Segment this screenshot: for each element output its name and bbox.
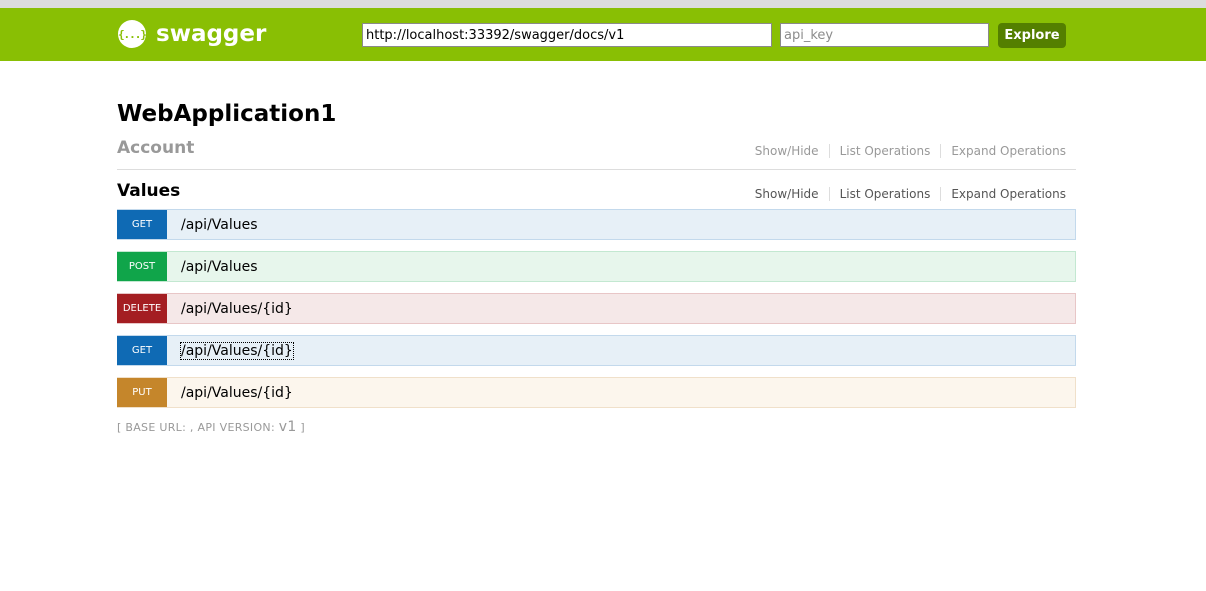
method-badge-post[interactable]: POST xyxy=(117,252,167,281)
api-info-footer: [ BASE URL: , API VERSION: v1 ] xyxy=(117,419,1076,435)
logo[interactable]: {...} swagger xyxy=(118,20,266,48)
show-hide-link[interactable]: Show/Hide xyxy=(745,144,829,158)
resource-account: Account Show/Hide List Operations Expand… xyxy=(117,132,1076,170)
method-badge-delete[interactable]: DELETE xyxy=(117,294,167,323)
method-badge-put[interactable]: PUT xyxy=(117,378,167,407)
expand-operations-link[interactable]: Expand Operations xyxy=(940,144,1076,158)
resource-links-values: Show/Hide List Operations Expand Operati… xyxy=(745,187,1076,201)
api-version-value: v1 xyxy=(278,419,297,435)
footer-bracket-close: ] xyxy=(296,421,305,434)
list-operations-link[interactable]: List Operations xyxy=(828,187,941,201)
operation-path[interactable]: /api/Values/{id} xyxy=(180,341,294,360)
resource-links-account: Show/Hide List Operations Expand Operati… xyxy=(745,144,1076,158)
resource-header-account: Account Show/Hide List Operations Expand… xyxy=(117,132,1076,166)
operation-get-value-by-id[interactable]: GET /api/Values/{id} xyxy=(117,335,1076,366)
method-badge-get[interactable]: GET xyxy=(117,210,167,239)
operations-list: GET /api/Values POST /api/Values DELETE … xyxy=(117,209,1076,408)
operation-put-value[interactable]: PUT /api/Values/{id} xyxy=(117,377,1076,408)
api-version-label: API VERSION xyxy=(197,421,271,434)
main-content: WebApplication1 Account Show/Hide List O… xyxy=(117,96,1076,435)
operation-delete-value[interactable]: DELETE /api/Values/{id} xyxy=(117,293,1076,324)
operation-path[interactable]: /api/Values/{id} xyxy=(181,301,293,317)
resource-values: Values Show/Hide List Operations Expand … xyxy=(117,175,1076,408)
footer-separator: : xyxy=(270,421,279,434)
expand-operations-link[interactable]: Expand Operations xyxy=(940,187,1076,201)
method-badge-get[interactable]: GET xyxy=(117,336,167,365)
logo-text: swagger xyxy=(156,21,267,47)
base-url-label: BASE URL xyxy=(125,421,183,434)
header-bar: {...} swagger Explore xyxy=(0,8,1206,61)
explore-button[interactable]: Explore xyxy=(998,23,1066,48)
operation-get-values[interactable]: GET /api/Values xyxy=(117,209,1076,240)
resource-name-account[interactable]: Account xyxy=(117,138,194,158)
url-input[interactable] xyxy=(362,23,772,47)
list-operations-link[interactable]: List Operations xyxy=(828,144,941,158)
page-title: WebApplication1 xyxy=(117,101,337,127)
show-hide-link[interactable]: Show/Hide xyxy=(745,187,829,201)
swagger-logo-icon: {...} xyxy=(118,20,147,48)
operation-path[interactable]: /api/Values xyxy=(181,217,258,233)
footer-separator: : , xyxy=(182,421,198,434)
resource-name-values[interactable]: Values xyxy=(117,181,180,201)
resource-header-values: Values Show/Hide List Operations Expand … xyxy=(117,175,1076,209)
operation-path[interactable]: /api/Values xyxy=(181,259,258,275)
operation-path[interactable]: /api/Values/{id} xyxy=(181,385,293,401)
top-strip xyxy=(0,0,1206,8)
api-key-input[interactable] xyxy=(780,23,989,47)
operation-post-values[interactable]: POST /api/Values xyxy=(117,251,1076,282)
divider xyxy=(117,169,1076,170)
